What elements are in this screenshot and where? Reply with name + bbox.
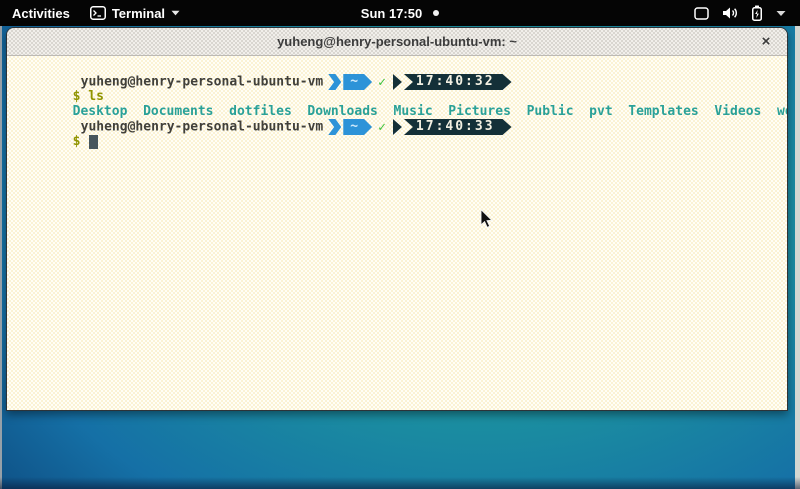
prompt-path-segment: ~	[343, 74, 372, 90]
text-cursor	[89, 135, 98, 149]
chevron-down-icon	[171, 10, 180, 16]
terminal-content[interactable]: yuheng@henry-personal-ubuntu-vm ~ ✓ 17:40:3…	[7, 56, 787, 410]
terminal-window: yuheng@henry-personal-ubuntu-vm: ~ × yuh…	[6, 27, 788, 411]
prompt-symbol: $	[73, 89, 81, 104]
directory-entry: Pictures	[448, 104, 511, 119]
directory-entry: Documents	[143, 104, 213, 119]
ls-output-line: DesktopDocumentsdotfilesDownloadsMusicPi…	[10, 89, 787, 104]
prompt-user-host: yuheng@henry-personal-ubuntu-vm	[81, 75, 324, 90]
directory-entry: pvt	[589, 104, 612, 119]
clock-button[interactable]: Sun 17:50	[361, 0, 439, 26]
directory-entry: workspace	[777, 104, 788, 119]
terminal-app-icon	[90, 6, 106, 20]
desktop: Activities Terminal Sun 17:50	[0, 0, 800, 489]
status-check-icon: ✓	[378, 75, 386, 90]
display-icon	[694, 7, 709, 20]
screen-edge-left	[0, 26, 2, 489]
directory-entry: Desktop	[73, 104, 128, 119]
directory-entry: Videos	[714, 104, 761, 119]
screen-edge-right	[795, 26, 800, 489]
window-title: yuheng@henry-personal-ubuntu-vm: ~	[277, 34, 517, 49]
directory-entry: Downloads	[307, 104, 377, 119]
powerline-arrow-icon	[393, 74, 402, 90]
title-bar[interactable]: yuheng@henry-personal-ubuntu-vm: ~ ×	[7, 28, 787, 56]
directory-entry: Music	[394, 104, 433, 119]
battery-charging-icon	[751, 5, 763, 21]
system-status-area[interactable]	[688, 0, 792, 26]
top-bar: Activities Terminal Sun 17:50	[0, 0, 800, 26]
powerline-chevron-icon	[328, 74, 341, 90]
desktop-bottom-shade	[0, 477, 800, 489]
typed-command: ls	[88, 89, 104, 104]
clock-label: Sun 17:50	[361, 6, 422, 21]
directory-entry: dotfiles	[229, 104, 292, 119]
close-button[interactable]: ×	[755, 31, 777, 53]
activities-button[interactable]: Activities	[12, 0, 70, 26]
prompt-time-segment: 17:40:33	[404, 119, 512, 135]
activities-label: Activities	[12, 6, 70, 21]
app-menu-button[interactable]: Terminal	[90, 0, 180, 26]
powerline-arrow-icon	[393, 119, 402, 135]
status-check-icon: ✓	[378, 120, 386, 135]
prompt-symbol: $	[73, 134, 81, 149]
app-menu-label: Terminal	[112, 6, 165, 21]
prompt-line: yuheng@henry-personal-ubuntu-vm~✓17:40:3…	[10, 59, 787, 74]
directory-entry: Templates	[628, 104, 698, 119]
directory-entry: Public	[527, 104, 574, 119]
powerline-chevron-icon	[328, 119, 341, 135]
chevron-down-icon	[776, 10, 786, 17]
notification-dot-icon	[433, 10, 439, 16]
prompt-path-segment: ~	[343, 119, 372, 135]
prompt-time-segment: 17:40:32	[404, 74, 512, 90]
prompt-user-host: yuheng@henry-personal-ubuntu-vm	[81, 120, 324, 135]
volume-icon	[722, 6, 738, 20]
